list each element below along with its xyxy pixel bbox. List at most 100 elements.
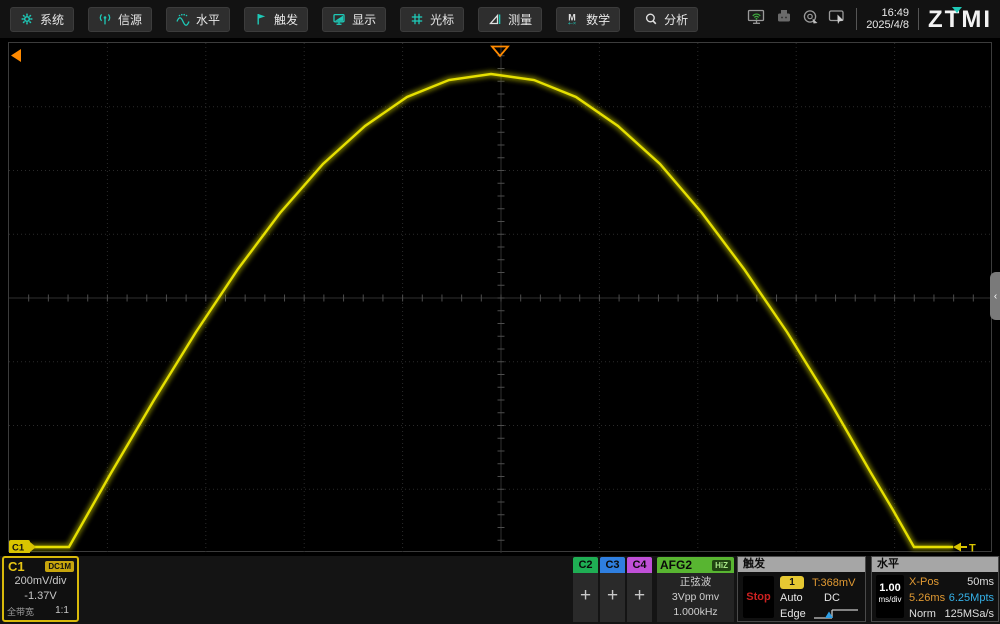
channel4-tile[interactable]: C4 + [627, 557, 652, 622]
trigger-time-tag: T [953, 543, 976, 554]
menu-label: 光标 [430, 11, 454, 28]
screen-network-icon[interactable] [747, 9, 766, 30]
time-text: 16:49 [866, 7, 909, 19]
channel1-offset: -1.37V [4, 589, 77, 604]
menu-label: 触发 [274, 11, 298, 28]
trigger-level-value: T:368mV [812, 577, 855, 589]
analysis-magnifier-icon [644, 12, 658, 26]
measure-ruler-icon [488, 12, 502, 26]
side-panel-handle[interactable]: ‹ [990, 272, 1000, 320]
afg-frequency: 1.000kHz [657, 605, 734, 620]
date-text: 2025/4/8 [866, 19, 909, 31]
topbar-right-zone: 16:49 2025/4/8 ZTMI [747, 0, 992, 38]
xpos-value: 50ms [967, 576, 994, 588]
menu-label: 分析 [664, 11, 688, 28]
menu-button-horizontal[interactable]: 水平 [166, 7, 230, 32]
channel1-info-panel[interactable]: C1 DC1M 200mV/div -1.37V 全带宽 1:1 [2, 556, 79, 622]
menu-button-display[interactable]: 显示 [322, 7, 386, 32]
trigger-level-marker[interactable] [11, 49, 21, 62]
trigger-flag-icon [254, 12, 268, 26]
acquisition-state-button[interactable]: Stop [743, 576, 774, 618]
cursor-grid-icon [410, 12, 424, 26]
menu-button-system[interactable]: 系统 [10, 7, 74, 32]
channel1-scale: 200mV/div [4, 574, 77, 589]
horizontal-panel-title: 水平 [872, 557, 998, 572]
channel3-label: C3 [600, 557, 625, 573]
timebase-value: 1.00 [876, 582, 904, 595]
channel1-coupling-badge: DC1M [45, 561, 74, 572]
trigger-panel[interactable]: 触发 Stop 1 Auto Edge T:368mV DC [737, 556, 866, 622]
rising-edge-icon [812, 606, 860, 621]
afg-body: 正弦波 3Vpp 0mv 1.000kHz [657, 573, 734, 622]
channel4-add-button[interactable]: + [627, 573, 652, 622]
graticule-grid [9, 43, 993, 553]
source-icon [98, 12, 112, 26]
topbar-divider [856, 8, 857, 30]
sample-rate: 125MSa/s [944, 608, 994, 620]
svg-text:C1: C1 [12, 543, 25, 554]
afg-label: AFG2 [660, 558, 692, 572]
top-menu-bar: 系统 信源 水平 触发 [0, 0, 1000, 38]
xpos-label: X-Pos [909, 576, 939, 588]
svg-text:+-×: +-× [568, 21, 576, 26]
menu-button-analysis[interactable]: 分析 [634, 7, 698, 32]
channel3-add-button[interactable]: + [600, 573, 625, 622]
horizontal-wave-icon [176, 12, 190, 26]
afg-generator-panel[interactable]: AFG2 HiZ 正弦波 3Vpp 0mv 1.000kHz [657, 557, 734, 622]
memory-depth: 6.25Mpts [949, 592, 994, 604]
menu-button-source[interactable]: 信源 [88, 7, 152, 32]
acquire-mode: Norm [909, 608, 936, 620]
menu-group: 系统 信源 水平 触发 [0, 7, 698, 32]
c1-channel-tag[interactable]: C1 [9, 540, 36, 553]
math-icon: M +-× [566, 12, 580, 26]
waveform-display[interactable]: C1 T [8, 42, 992, 552]
trigger-panel-body: Stop 1 Auto Edge T:368mV DC [738, 572, 865, 621]
menu-button-cursor[interactable]: 光标 [400, 7, 464, 32]
menu-label: 数学 [586, 11, 610, 28]
channel1-bandwidth: 全带宽 [7, 605, 34, 618]
trigger-coupling[interactable]: DC [824, 592, 840, 604]
channel4-label: C4 [627, 557, 652, 573]
afg-amplitude-offset: 3Vpp 0mv [657, 590, 734, 605]
menu-label: 信源 [118, 11, 142, 28]
touch-gesture-icon[interactable] [802, 9, 819, 30]
menu-button-math[interactable]: M +-× 数学 [556, 7, 620, 32]
gear-icon [20, 12, 34, 26]
afg-header: AFG2 HiZ [657, 557, 734, 573]
timebase-box[interactable]: 1.00 ms/div [876, 575, 904, 618]
menu-button-measure[interactable]: 测量 [478, 7, 542, 32]
delay-value: 5.26ms [909, 592, 945, 604]
channel1-footer: 全带宽 1:1 [4, 605, 77, 618]
display-icon [332, 12, 346, 26]
channel1-label: C1 [8, 559, 25, 574]
afg-impedance-badge: HiZ [712, 560, 731, 571]
bottom-status-bar: C1 DC1M 200mV/div -1.37V 全带宽 1:1 C2 + C3… [0, 556, 1000, 624]
topbar-divider [918, 8, 919, 30]
brand-logo: ZTMI [928, 4, 992, 34]
afg-waveform-type: 正弦波 [657, 575, 734, 590]
channel2-label: C2 [573, 557, 598, 573]
usb-icon[interactable] [775, 9, 793, 29]
trigger-type[interactable]: Edge [780, 608, 806, 620]
menu-label: 水平 [196, 11, 220, 28]
menu-button-trigger[interactable]: 触发 [244, 7, 308, 32]
channel1-probe-ratio: 1:1 [55, 605, 69, 618]
menu-label: 系统 [40, 11, 64, 28]
trigger-panel-title: 触发 [738, 557, 865, 572]
channel3-tile[interactable]: C3 + [600, 557, 625, 622]
brand-triangle-icon [952, 7, 962, 13]
timebase-unit: ms/div [876, 595, 904, 605]
menu-label: 显示 [352, 11, 376, 28]
trigger-sweep-mode[interactable]: Auto [780, 592, 803, 604]
touch-screen-icon[interactable] [828, 9, 847, 30]
channel2-tile[interactable]: C2 + [573, 557, 598, 622]
clock-block: 16:49 2025/4/8 [866, 7, 909, 31]
channel2-add-button[interactable]: + [573, 573, 598, 622]
trigger-position-marker[interactable] [492, 47, 508, 57]
menu-label: 测量 [508, 11, 532, 28]
horizontal-panel[interactable]: 水平 1.00 ms/div X-Pos 50ms 5.26ms 6.25Mpt… [871, 556, 999, 622]
c1-waveform-trace [9, 74, 953, 547]
svg-text:T: T [969, 543, 976, 554]
trigger-source-badge[interactable]: 1 [780, 576, 804, 589]
horizontal-panel-body: 1.00 ms/div X-Pos 50ms 5.26ms 6.25Mpts N… [872, 572, 998, 621]
